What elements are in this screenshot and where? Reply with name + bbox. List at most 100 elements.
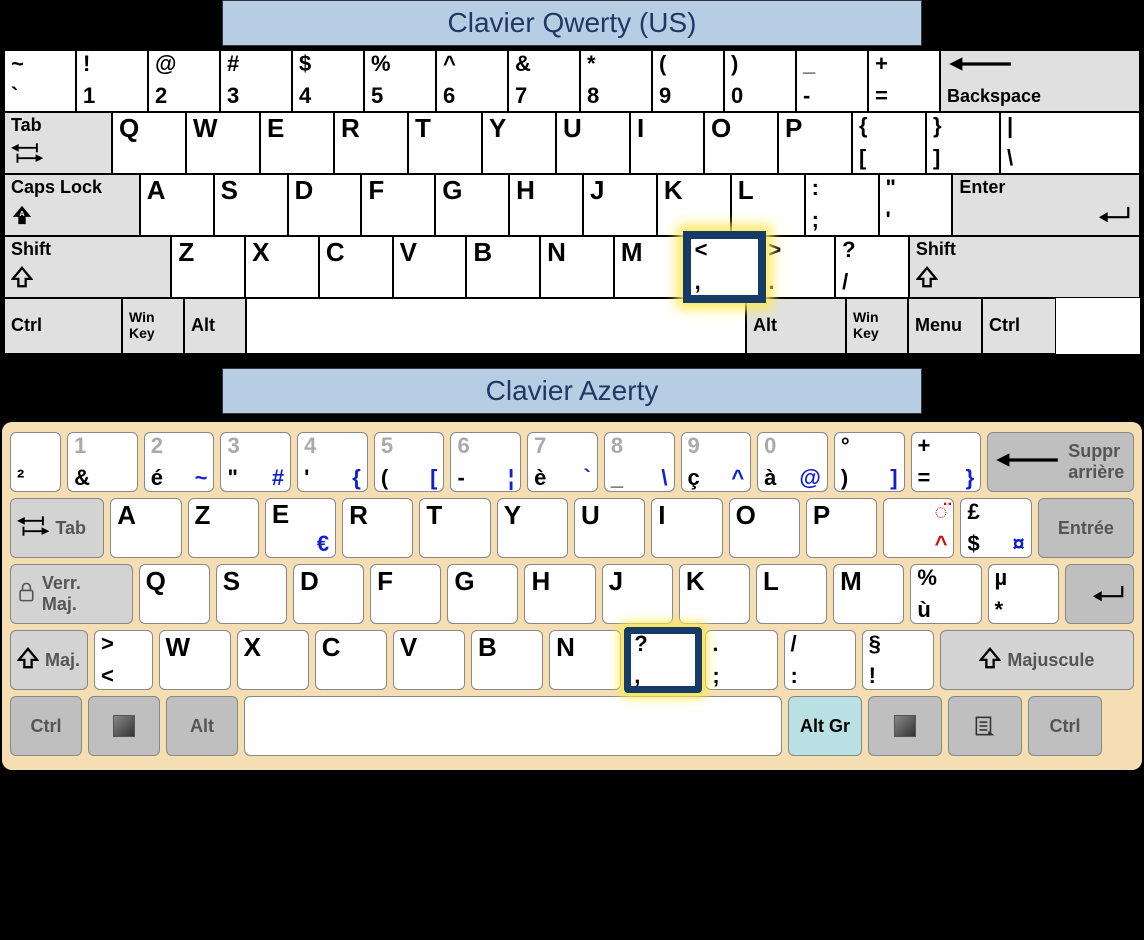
key-e[interactable]: E [260,112,334,174]
key-![interactable]: !1 [76,50,148,112]
key-b[interactable]: B [466,236,540,298]
key-q[interactable]: Q [112,112,186,174]
key-x[interactable]: X [245,236,319,298]
key-y[interactable]: Y [482,112,556,174]
key-)[interactable]: )0 [724,50,796,112]
key-e[interactable]: E€ [265,498,336,558]
key-ctrl[interactable]: Ctrl [4,298,122,354]
key-d[interactable]: D [288,174,362,236]
key-shift[interactable]: Shift [909,236,1140,298]
key-space[interactable] [244,696,782,756]
key-é[interactable]: 2é~ [144,432,215,492]
key-([interactable]: (9 [652,50,724,112]
key-+[interactable]: += [868,50,940,112]
key-²[interactable]: ² [10,432,61,492]
key-k[interactable]: K [679,564,750,624]
key-u[interactable]: U [556,112,630,174]
key-alt[interactable]: Alt [184,298,246,354]
key-[interactable]: ◌̈^ [883,498,954,558]
key-alt[interactable]: Alt [746,298,846,354]
key-alt-gr[interactable]: Alt Gr [788,696,862,756]
key-h[interactable]: H [509,174,583,236]
key-t[interactable]: T [408,112,482,174]
key-^[interactable]: ^6 [436,50,508,112]
key-q[interactable]: Q [139,564,210,624]
key-<[interactable]: >< [94,630,153,690]
key-maj-[interactable]: Maj. [10,630,88,690]
key-g[interactable]: G [435,174,509,236]
key-j[interactable]: J [583,174,657,236]
key-menu[interactable]: Menu [908,298,982,354]
key->[interactable]: >. [761,236,835,298]
key-w[interactable]: W [159,630,231,690]
key-*[interactable]: µ* [988,564,1059,624]
key-k[interactable]: K [657,174,731,236]
key-&[interactable]: &7 [508,50,580,112]
key-}[interactable]: }] [926,112,1000,174]
key-$[interactable]: $4 [292,50,364,112]
key-?[interactable]: ?/ [835,236,909,298]
key-~[interactable]: ~` [4,50,76,112]
key-f[interactable]: F [361,174,435,236]
key-l[interactable]: L [731,174,805,236]
key-i[interactable]: I [630,112,704,174]
key-z[interactable]: Z [188,498,259,558]
key-z[interactable]: Z [171,236,245,298]
key-s[interactable]: S [216,564,287,624]
key-a[interactable]: A [110,498,181,558]
key-menu[interactable] [948,696,1022,756]
key-b[interactable]: B [471,630,543,690]
key-ctrl[interactable]: Ctrl [10,696,82,756]
key-s[interactable]: S [214,174,288,236]
key-enter[interactable] [1065,564,1134,624]
key-y[interactable]: Y [497,498,568,558]
key-![interactable]: §! [862,630,934,690]
key-a[interactable]: A [140,174,214,236]
key-backspace[interactable]: Backspace [940,50,1140,112]
key-i[interactable]: I [651,498,722,558]
key-,[interactable]: ?, [627,630,699,690]
key-r[interactable]: R [334,112,408,174]
key-*[interactable]: *8 [580,50,652,112]
key-ctrl[interactable]: Ctrl [1028,696,1102,756]
key-{[interactable]: {[ [852,112,926,174]
key-([interactable]: 5([ [374,432,445,492]
key-majuscule[interactable]: Majuscule [940,630,1134,690]
key-$[interactable]: £$¤ [960,498,1031,558]
key-w[interactable]: W [186,112,260,174]
key-c[interactable]: C [319,236,393,298]
key-ç[interactable]: 9ç^ [681,432,752,492]
key-ù[interactable]: %ù [910,564,981,624]
key-n[interactable]: N [540,236,614,298]
key-_[interactable]: _- [796,50,868,112]
key-v[interactable]: V [393,236,467,298]
key-m[interactable]: M [614,236,688,298]
key-t[interactable]: T [419,498,490,558]
key-p[interactable]: P [778,112,852,174]
key-h[interactable]: H [524,564,595,624]
key-o[interactable]: O [729,498,800,558]
key--[interactable]: 6-¦ [450,432,521,492]
key-%[interactable]: %5 [364,50,436,112]
key-&[interactable]: 1& [67,432,138,492]
key-è[interactable]: 7è` [527,432,598,492]
key-x[interactable]: X [237,630,309,690]
key-#[interactable]: #3 [220,50,292,112]
key-shift[interactable]: Shift [4,236,171,298]
key-tab[interactable]: Tab [10,498,104,558]
key-win-key[interactable]: WinKey [122,298,184,354]
key-p[interactable]: P [806,498,877,558]
key-@[interactable]: @2 [148,50,220,112]
key-c[interactable]: C [315,630,387,690]
key-'[interactable]: 4'{ [297,432,368,492]
key-r[interactable]: R [342,498,413,558]
key-n[interactable]: N [549,630,621,690]
key-verr-maj-[interactable]: Verr.Maj. [10,564,133,624]
key-u[interactable]: U [574,498,645,558]
key-=[interactable]: +=} [911,432,982,492]
key-:[interactable]: :; [805,174,879,236]
key-ctrl[interactable]: Ctrl [982,298,1056,354]
key-win[interactable] [88,696,160,756]
key-)[interactable]: °)] [834,432,905,492]
key-d[interactable]: D [293,564,364,624]
